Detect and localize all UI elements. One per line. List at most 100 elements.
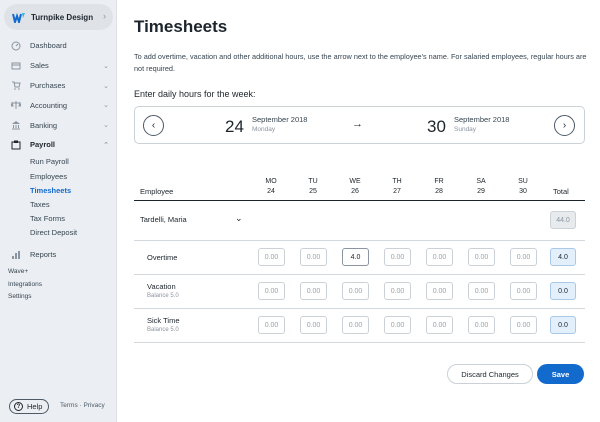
dashboard-icon [11,41,21,51]
chevron-down-icon: ⌄ [103,102,109,110]
day-header-sat: SA 29 [461,177,501,197]
start-dow: Monday [252,126,276,133]
day-date: 27 [393,188,401,195]
sick-time-balance: Balance 5.0 [147,327,179,333]
vacation-balance: Balance 5.0 [147,293,179,299]
day-dow: TH [392,178,402,185]
nav-payroll[interactable]: Payroll ⌃ [0,135,117,155]
nav-label: Purchases [30,80,66,90]
start-month: September 2018 [252,115,308,124]
day-date: 30 [519,188,527,195]
wave-logo-icon [12,12,25,23]
nav-integrations[interactable]: Integrations [8,281,42,288]
question-icon: ? [14,402,23,411]
prev-week-button[interactable]: ‹ [143,115,164,136]
sick-time-sun-input[interactable]: 0.00 [510,316,537,334]
week-selector: ‹ 24 September 2018 Monday → 30 Septembe… [134,106,585,144]
sick-time-thu-input[interactable]: 0.00 [384,316,411,334]
discard-changes-button[interactable]: Discard Changes [447,364,533,384]
end-day: 30 [427,117,446,136]
help-label: Help [27,402,43,411]
main-nav: Dashboard Sales ⌄ Purchases ⌄ Accounting… [0,36,117,265]
nav-employees[interactable]: Employees [0,169,117,183]
nav-settings[interactable]: Settings [8,293,32,300]
nav-banking[interactable]: Banking ⌄ [0,115,117,135]
chevron-left-icon: ‹ [151,120,156,131]
sick-time-tue-input[interactable]: 0.00 [300,316,327,334]
nav-direct-deposit[interactable]: Direct Deposit [0,226,117,240]
enter-hours-label: Enter daily hours for the week: [134,89,256,99]
nav-label: Payroll [30,140,56,150]
overtime-tue-input[interactable]: 0.00 [300,248,327,266]
vacation-sun-input[interactable]: 0.00 [510,282,537,300]
overtime-thu-input[interactable]: 0.00 [384,248,411,266]
nav-timesheets[interactable]: Timesheets [0,183,117,197]
nav-tax-forms[interactable]: Tax Forms [0,212,117,226]
main-content: Timesheets To add overtime, vacation and… [117,0,600,422]
nav-dashboard[interactable]: Dashboard [0,36,117,56]
total-column-header: Total [553,187,569,196]
overtime-fri-input[interactable]: 0.00 [426,248,453,266]
sick-time-mon-input[interactable]: 0.00 [258,316,285,334]
business-switcher[interactable]: Turnpike Design › [4,4,113,30]
day-dow: WE [349,178,361,185]
next-week-button[interactable]: › [554,115,575,136]
day-header-fri: FR 28 [419,177,459,197]
page-title: Timesheets [134,17,228,36]
end-month: September 2018 [454,115,510,124]
sick-time-fri-input[interactable]: 0.00 [426,316,453,334]
reports-icon [11,250,21,260]
day-date: 25 [309,188,317,195]
help-button[interactable]: ? Help [9,399,49,414]
sales-icon [11,61,21,71]
nav-reports[interactable]: Reports [0,245,117,265]
sick-time-label: Sick Time [147,316,180,325]
nav-label: Accounting [30,100,68,110]
nav-sales[interactable]: Sales ⌄ [0,56,117,76]
overtime-sat-input[interactable]: 0.00 [468,248,495,266]
sidebar: Turnpike Design › Dashboard Sales ⌄ Purc… [0,0,117,422]
day-dow: FR [434,178,444,185]
vacation-mon-input[interactable]: 0.00 [258,282,285,300]
vacation-total: 0.0 [550,282,576,300]
vacation-sat-input[interactable]: 0.00 [468,282,495,300]
day-date: 24 [267,188,275,195]
nav-purchases[interactable]: Purchases ⌄ [0,76,117,96]
vacation-thu-input[interactable]: 0.00 [384,282,411,300]
nav-label: Dashboard [30,41,67,51]
purchases-icon [11,80,21,91]
chevron-up-icon: ⌃ [103,141,109,149]
vacation-label: Vacation [147,282,176,291]
overtime-mon-input[interactable]: 0.00 [258,248,285,266]
nav-label: Sales [30,61,49,71]
vacation-tue-input[interactable]: 0.00 [300,282,327,300]
expand-employee-chevron-icon[interactable]: ⌄ [235,213,243,224]
sick-time-wed-input[interactable]: 0.00 [342,316,369,334]
overtime-wed-input[interactable]: 4.0 [342,248,369,266]
nav-label: Banking [30,120,58,130]
chevron-down-icon: ⌄ [103,82,109,90]
day-date: 26 [351,188,359,195]
vacation-fri-input[interactable]: 0.00 [426,282,453,300]
save-button[interactable]: Save [537,364,584,384]
banking-icon [11,120,21,130]
nav-wave-plus[interactable]: Wave+ [8,268,28,275]
employee-name: Tardelli, Maria [140,215,187,224]
accounting-icon [11,100,21,110]
overtime-sun-input[interactable]: 0.00 [510,248,537,266]
nav-accounting[interactable]: Accounting ⌄ [0,95,117,115]
terms-privacy-links[interactable]: Terms · Privacy [60,402,105,409]
day-date: 29 [477,188,485,195]
day-header-sun: SU 30 [503,177,543,197]
day-dow: SU [518,178,528,185]
nav-taxes[interactable]: Taxes [0,197,117,211]
sick-time-sat-input[interactable]: 0.00 [468,316,495,334]
nav-run-payroll[interactable]: Run Payroll [0,155,117,169]
arrow-right-icon: → [352,118,363,130]
chevron-down-icon: ⌄ [103,62,109,70]
row-divider [134,240,585,241]
chevron-down-icon: ⌄ [103,122,109,130]
employee-column-header: Employee [140,187,174,196]
vacation-wed-input[interactable]: 0.00 [342,282,369,300]
chevron-right-icon: › [103,11,106,21]
